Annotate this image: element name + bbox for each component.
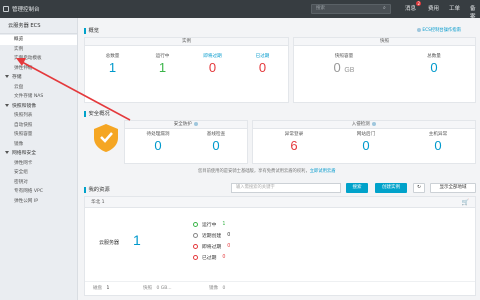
annotation-arrow-icon — [16, 58, 131, 121]
